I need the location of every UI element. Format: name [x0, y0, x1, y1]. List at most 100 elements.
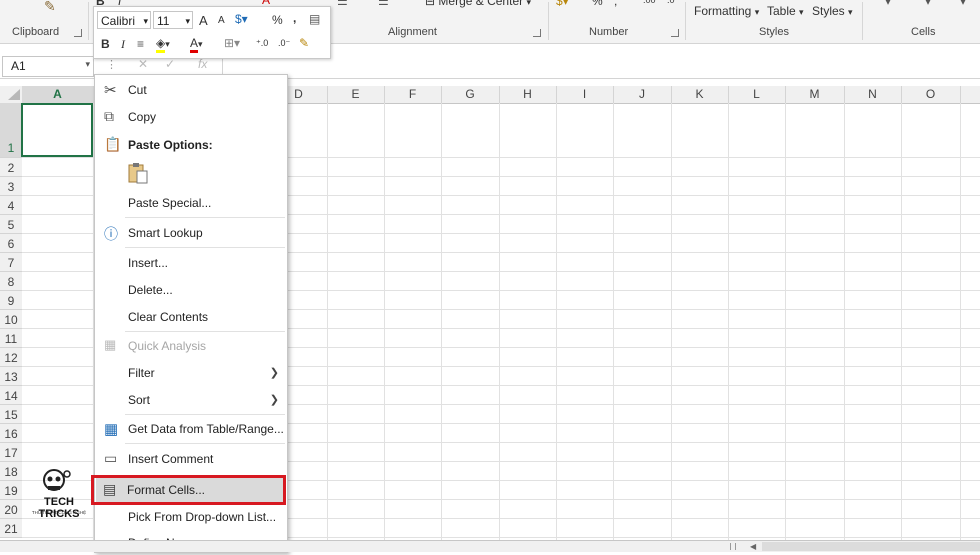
fill-color-button[interactable]: ◈▾ [156, 36, 170, 53]
column-header-h[interactable]: H [499, 86, 557, 103]
comma-button[interactable]: , [614, 0, 617, 8]
row-header-2[interactable]: 2 [0, 158, 22, 177]
column-header-l[interactable]: L [728, 86, 786, 103]
format-as-table-button[interactable]: Table ▾ [767, 4, 804, 18]
align-right-icon[interactable]: ☰ [378, 0, 389, 8]
scroll-left-icon[interactable]: ◀ [750, 542, 760, 551]
format-painter-icon[interactable]: ✎ [44, 0, 56, 15]
row-header-13[interactable]: 13 [0, 367, 22, 386]
row-header-19[interactable]: 19 [0, 481, 22, 500]
enter-icon[interactable]: ✓ [165, 57, 175, 71]
decrease-decimal-icon[interactable]: .0 [667, 0, 675, 5]
clipboard-launcher-icon[interactable] [74, 29, 82, 37]
row-header-4[interactable]: 4 [0, 196, 22, 215]
bold-button[interactable]: B [101, 37, 110, 51]
menu-separator [125, 217, 285, 218]
comma-style-button[interactable]: , [293, 11, 296, 25]
menu-item-paste-special[interactable]: Paste Special... [95, 191, 287, 215]
column-header-f[interactable]: F [384, 86, 442, 103]
menu-item-insert-comment[interactable]: ▭ Insert Comment [95, 447, 287, 471]
italic-button[interactable]: I [121, 37, 125, 52]
percent-button[interactable]: % [592, 0, 603, 8]
align-icon[interactable]: ☰ [337, 0, 348, 8]
decrease-decimal-icon[interactable]: .0⁻ [278, 38, 290, 49]
font-name-dropdown[interactable]: Calibri ▾ [97, 11, 151, 29]
menu-item-copy[interactable]: ⧉ Copy [95, 105, 287, 129]
format-cells-ribbon-icon[interactable]: ▾ [960, 0, 966, 8]
font-color-button[interactable]: A▾ [190, 36, 203, 53]
insert-cells-icon[interactable]: ▾ [885, 0, 891, 8]
menu-item-smart-lookup[interactable]: ⓘ Smart Lookup [95, 221, 287, 245]
column-header-g[interactable]: G [441, 86, 500, 103]
menu-separator [125, 247, 285, 248]
row-header-10[interactable]: 10 [0, 310, 22, 329]
row-header-8[interactable]: 8 [0, 272, 22, 291]
column-header-n[interactable]: N [844, 86, 902, 103]
gridline [556, 103, 557, 540]
row-header-1[interactable]: 1 [0, 103, 22, 158]
row-header-7[interactable]: 7 [0, 253, 22, 272]
row-header-20[interactable]: 20 [0, 500, 22, 519]
row-header-9[interactable]: 9 [0, 291, 22, 310]
row-header-3[interactable]: 3 [0, 177, 22, 196]
center-align-icon[interactable]: ≡ [137, 37, 144, 51]
merge-center-button[interactable]: ⊟ Merge & Center ▾ [425, 0, 531, 8]
format-painter-icon[interactable]: ✎ [299, 36, 309, 50]
cancel-icon[interactable]: ✕ [138, 57, 148, 71]
menu-item-insert[interactable]: Insert... [95, 251, 287, 275]
column-header-a[interactable]: A [22, 86, 94, 103]
splitter-handle[interactable] [730, 543, 736, 550]
paste-button[interactable] [125, 161, 151, 187]
row-header-11[interactable]: 11 [0, 329, 22, 348]
row-header-5[interactable]: 5 [0, 215, 22, 234]
selected-cell-a1[interactable] [21, 103, 93, 157]
increase-font-size-button[interactable]: A [199, 13, 208, 28]
row-header-14[interactable]: 14 [0, 386, 22, 405]
accounting-format-icon[interactable]: $▾ [235, 12, 248, 26]
conditional-formatting-button[interactable]: Formatting ▾ [694, 4, 759, 18]
column-header-k[interactable]: K [671, 86, 729, 103]
row-header-12[interactable]: 12 [0, 348, 22, 367]
group-separator [88, 2, 89, 40]
cell-styles-button[interactable]: Styles ▾ [812, 4, 853, 18]
column-header-e[interactable]: E [327, 86, 385, 103]
percent-style-button[interactable]: % [272, 13, 283, 27]
number-launcher-icon[interactable] [671, 29, 679, 37]
select-all-corner[interactable] [0, 86, 23, 103]
group-label-styles: Styles [759, 26, 789, 38]
alignment-launcher-icon[interactable] [533, 29, 541, 37]
font-size-dropdown[interactable]: 11 ▾ [153, 11, 193, 29]
column-header-o[interactable]: O [901, 86, 961, 103]
column-header-j[interactable]: J [613, 86, 672, 103]
formula-input[interactable] [222, 56, 979, 75]
menu-item-pick-list[interactable]: Pick From Drop-down List... [95, 505, 287, 529]
menu-item-label: Cut [128, 83, 147, 97]
menu-item-delete[interactable]: Delete... [95, 278, 287, 302]
column-header-m[interactable]: M [785, 86, 845, 103]
row-header-18[interactable]: 18 [0, 462, 22, 481]
delete-cells-icon[interactable]: ▾ [925, 0, 931, 8]
format-table-icon[interactable]: ▤ [309, 12, 320, 26]
menu-item-cut[interactable]: ✂ Cut [95, 78, 287, 102]
increase-decimal-icon[interactable]: .00 [643, 0, 656, 5]
row-header-16[interactable]: 16 [0, 424, 22, 443]
menu-item-sort[interactable]: Sort ❯ [95, 388, 287, 412]
row-header-15[interactable]: 15 [0, 405, 22, 424]
name-box[interactable]: A1 ▾ [2, 56, 94, 77]
chevron-down-icon: ▾ [143, 16, 148, 26]
row-header-17[interactable]: 17 [0, 443, 22, 462]
menu-item-clear-contents[interactable]: Clear Contents [95, 305, 287, 329]
menu-item-label: Pick From Drop-down List... [128, 510, 277, 524]
horizontal-scrollbar[interactable] [762, 542, 980, 551]
increase-decimal-icon[interactable]: ⁺.0 [256, 38, 268, 49]
column-header-i[interactable]: I [556, 86, 614, 103]
chevron-down-icon[interactable]: ▾ [85, 59, 90, 70]
menu-item-filter[interactable]: Filter ❯ [95, 361, 287, 385]
row-header-6[interactable]: 6 [0, 234, 22, 253]
menu-item-get-data[interactable]: ▦ Get Data from Table/Range... [95, 417, 287, 441]
insert-function-button[interactable]: fx [198, 57, 207, 71]
row-header-21[interactable]: 21 [0, 519, 22, 538]
decrease-font-size-button[interactable]: A [218, 15, 225, 26]
accounting-format-icon[interactable]: $▾ [556, 0, 569, 8]
borders-icon[interactable]: ⊞▾ [224, 36, 240, 50]
